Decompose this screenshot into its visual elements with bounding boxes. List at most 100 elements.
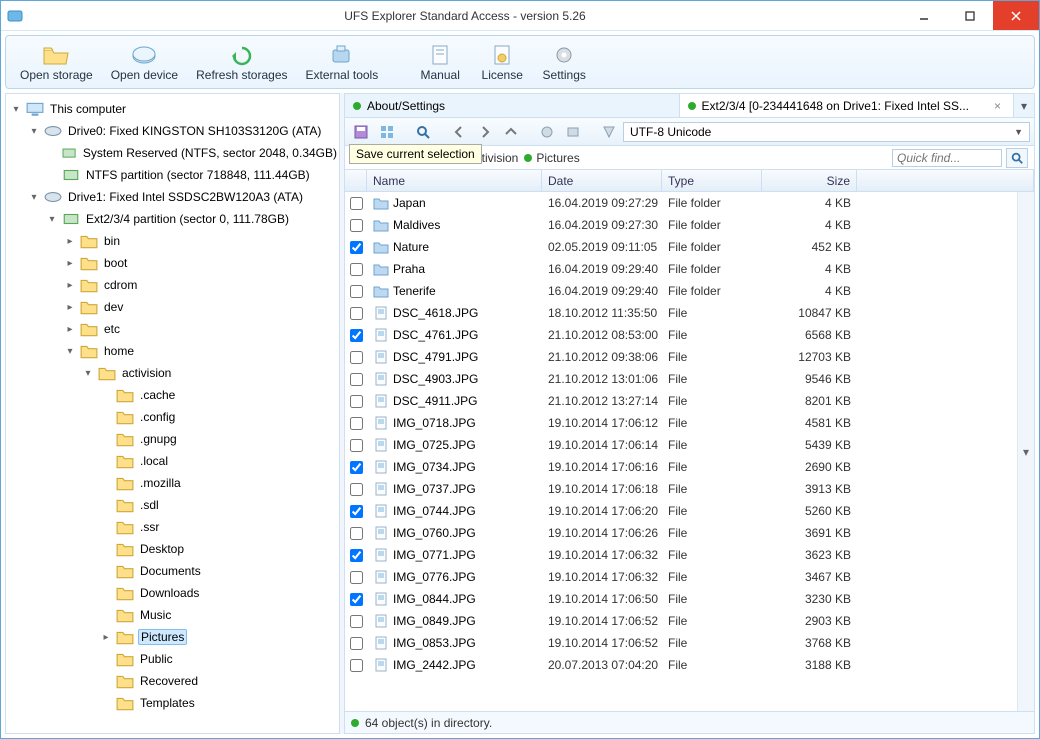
row-checkbox[interactable] <box>350 549 363 562</box>
tree-folder-mozilla[interactable]: .mozilla <box>100 472 339 494</box>
action3-button[interactable] <box>597 121 621 143</box>
quick-find-button[interactable] <box>1006 148 1028 168</box>
tree-folder-sdl[interactable]: .sdl <box>100 494 339 516</box>
close-button[interactable] <box>993 1 1039 30</box>
expand-icon[interactable] <box>100 433 112 445</box>
row-checkbox[interactable] <box>350 219 363 232</box>
nav-up-button[interactable] <box>499 121 523 143</box>
tree-folder-etc[interactable]: ▸etc <box>64 318 339 340</box>
tab-partition[interactable]: Ext2/3/4 [0-234441648 on Drive1: Fixed I… <box>680 94 1015 117</box>
table-row[interactable]: IMG_0725.JPG19.10.2014 17:06:14File5439 … <box>345 434 1017 456</box>
tree-folder-Documents[interactable]: Documents <box>100 560 339 582</box>
row-checkbox[interactable] <box>350 527 363 540</box>
row-checkbox[interactable] <box>350 659 363 672</box>
expand-icon[interactable]: ▸ <box>64 235 76 247</box>
expand-icon[interactable] <box>100 411 112 423</box>
tree-folder-Downloads[interactable]: Downloads <box>100 582 339 604</box>
tree-folder-local[interactable]: .local <box>100 450 339 472</box>
expand-icon[interactable]: ▾ <box>10 103 22 115</box>
tree-folder-boot[interactable]: ▸boot <box>64 252 339 274</box>
expand-icon[interactable] <box>100 609 112 621</box>
expand-icon[interactable] <box>100 543 112 555</box>
tree-folder-dev[interactable]: ▸dev <box>64 296 339 318</box>
expand-icon[interactable]: ▾ <box>28 191 40 203</box>
table-row[interactable]: IMG_0737.JPG19.10.2014 17:06:18File3913 … <box>345 478 1017 500</box>
tree-panel[interactable]: ▾This computer ▾Drive0: Fixed KINGSTON S… <box>5 93 340 734</box>
row-checkbox[interactable] <box>350 615 363 628</box>
tree-root[interactable]: ▾This computer <box>10 98 339 120</box>
expand-icon[interactable] <box>100 653 112 665</box>
scrollbar[interactable]: ▾ <box>1017 192 1034 711</box>
tab-close-button[interactable]: × <box>990 99 1005 113</box>
expand-icon[interactable] <box>100 499 112 511</box>
tree-drive0-part1[interactable]: System Reserved (NTFS, sector 2048, 0.34… <box>46 142 339 164</box>
table-row[interactable]: Tenerife16.04.2019 09:29:40File folder4 … <box>345 280 1017 302</box>
row-checkbox[interactable] <box>350 241 363 254</box>
table-row[interactable]: Maldives16.04.2019 09:27:30File folder4 … <box>345 214 1017 236</box>
tree-user[interactable]: ▾activision <box>82 362 339 384</box>
tree-folder-Recovered[interactable]: Recovered <box>100 670 339 692</box>
table-row[interactable]: DSC_4761.JPG21.10.2012 08:53:00File6568 … <box>345 324 1017 346</box>
col-checkbox[interactable] <box>345 170 367 191</box>
expand-icon[interactable]: ▸ <box>64 301 76 313</box>
action2-button[interactable] <box>561 121 585 143</box>
row-checkbox[interactable] <box>350 373 363 386</box>
table-row[interactable]: IMG_0771.JPG19.10.2014 17:06:32File3623 … <box>345 544 1017 566</box>
table-row[interactable]: IMG_0718.JPG19.10.2014 17:06:12File4581 … <box>345 412 1017 434</box>
tree-drive1-part1[interactable]: ▾Ext2/3/4 partition (sector 0, 111.78GB) <box>46 208 339 230</box>
row-checkbox[interactable] <box>350 593 363 606</box>
settings-button[interactable]: Settings <box>534 40 594 86</box>
tree-folder-gnupg[interactable]: .gnupg <box>100 428 339 450</box>
tab-about[interactable]: About/Settings <box>345 94 680 117</box>
tree-folder-bin[interactable]: ▸bin <box>64 230 339 252</box>
manual-button[interactable]: Manual <box>410 40 470 86</box>
table-row[interactable]: Praha16.04.2019 09:29:40File folder4 KB <box>345 258 1017 280</box>
tree-folder-config[interactable]: .config <box>100 406 339 428</box>
table-row[interactable]: Japan16.04.2019 09:27:29File folder4 KB <box>345 192 1017 214</box>
col-size[interactable]: Size <box>762 170 857 191</box>
external-tools-button[interactable]: External tools <box>298 40 387 86</box>
view-button[interactable] <box>375 121 399 143</box>
expand-icon[interactable] <box>100 521 112 533</box>
tree-folder-Public[interactable]: Public <box>100 648 339 670</box>
row-checkbox[interactable] <box>350 417 363 430</box>
file-list[interactable]: Japan16.04.2019 09:27:29File folder4 KBM… <box>345 192 1017 711</box>
row-checkbox[interactable] <box>350 637 363 650</box>
quick-find-input[interactable] <box>892 149 1002 167</box>
tree-drive1[interactable]: ▾Drive1: Fixed Intel SSDSC2BW120A3 (ATA) <box>28 186 339 208</box>
table-row[interactable]: DSC_4791.JPG21.10.2012 09:38:06File12703… <box>345 346 1017 368</box>
expand-icon[interactable]: ▸ <box>64 257 76 269</box>
refresh-storages-button[interactable]: Refresh storages <box>188 40 295 86</box>
table-row[interactable]: IMG_0776.JPG19.10.2014 17:06:32File3467 … <box>345 566 1017 588</box>
row-checkbox[interactable] <box>350 285 363 298</box>
table-row[interactable]: DSC_4911.JPG21.10.2012 13:27:14File8201 … <box>345 390 1017 412</box>
expand-icon[interactable] <box>100 697 112 709</box>
license-button[interactable]: License <box>472 40 532 86</box>
tree-drive0[interactable]: ▾Drive0: Fixed KINGSTON SH103S3120G (ATA… <box>28 120 339 142</box>
expand-icon[interactable]: ▸ <box>64 323 76 335</box>
row-checkbox[interactable] <box>350 395 363 408</box>
tabs-overflow-button[interactable]: ▾ <box>1014 99 1034 113</box>
table-row[interactable]: IMG_0853.JPG19.10.2014 17:06:52File3768 … <box>345 632 1017 654</box>
tree-folder-home[interactable]: ▾home <box>64 340 339 362</box>
tree-folder-Pictures[interactable]: ▸Pictures <box>100 626 339 648</box>
col-type[interactable]: Type <box>662 170 762 191</box>
tree-folder-cdrom[interactable]: ▸cdrom <box>64 274 339 296</box>
row-checkbox[interactable] <box>350 263 363 276</box>
nav-back-button[interactable] <box>447 121 471 143</box>
crumb-pictures[interactable]: Pictures <box>524 151 579 165</box>
encoding-dropdown[interactable]: UTF-8 Unicode ▼ <box>623 122 1030 142</box>
expand-icon[interactable]: ▾ <box>82 367 94 379</box>
tree-drive0-part2[interactable]: NTFS partition (sector 718848, 111.44GB) <box>46 164 339 186</box>
table-row[interactable]: IMG_0744.JPG19.10.2014 17:06:20File5260 … <box>345 500 1017 522</box>
row-checkbox[interactable] <box>350 439 363 452</box>
table-row[interactable]: IMG_0760.JPG19.10.2014 17:06:26File3691 … <box>345 522 1017 544</box>
tree-folder-Music[interactable]: Music <box>100 604 339 626</box>
minimize-button[interactable] <box>901 1 947 30</box>
col-date[interactable]: Date <box>542 170 662 191</box>
open-device-button[interactable]: Open device <box>103 40 186 86</box>
action1-button[interactable] <box>535 121 559 143</box>
row-checkbox[interactable] <box>350 571 363 584</box>
nav-fwd-button[interactable] <box>473 121 497 143</box>
table-row[interactable]: DSC_4903.JPG21.10.2012 13:01:06File9546 … <box>345 368 1017 390</box>
